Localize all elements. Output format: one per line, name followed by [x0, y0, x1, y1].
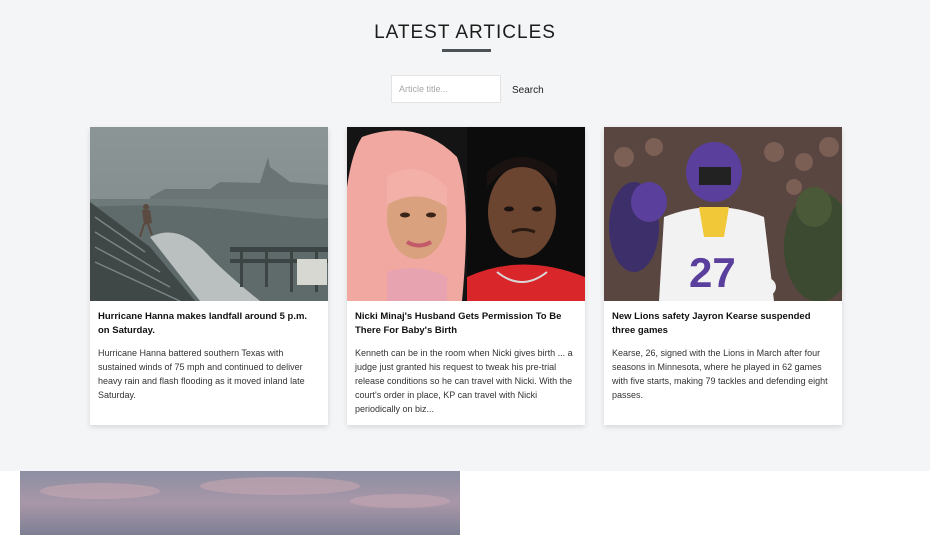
featured-image[interactable] — [20, 471, 460, 535]
article-title[interactable]: New Lions safety Jayron Kearse suspended… — [604, 301, 842, 338]
article-image-celebrity[interactable] — [347, 127, 585, 301]
article-title[interactable]: Nicki Minaj's Husband Gets Permission To… — [347, 301, 585, 338]
article-image-football[interactable]: 27 — [604, 127, 842, 301]
article-image-hurricane[interactable] — [90, 127, 328, 301]
section-title: LATEST ARTICLES — [374, 22, 556, 43]
article-card[interactable]: Nicki Minaj's Husband Gets Permission To… — [347, 127, 585, 425]
svg-text:27: 27 — [689, 249, 736, 296]
article-card[interactable]: Hurricane Hanna makes landfall around 5 … — [90, 127, 328, 425]
title-underline — [442, 49, 491, 52]
search-input[interactable] — [391, 75, 501, 103]
search-button[interactable]: Search — [506, 80, 550, 100]
article-title[interactable]: Hurricane Hanna makes landfall around 5 … — [90, 301, 328, 338]
article-summary: Hurricane Hanna battered southern Texas … — [98, 348, 305, 400]
article-card[interactable]: 27 New Lions safety Jayron Kearse suspen… — [604, 127, 842, 425]
article-summary: Kearse, 26, signed with the Lions in Mar… — [612, 348, 828, 400]
article-summary: Kenneth can be in the room when Nicki gi… — [355, 348, 573, 414]
